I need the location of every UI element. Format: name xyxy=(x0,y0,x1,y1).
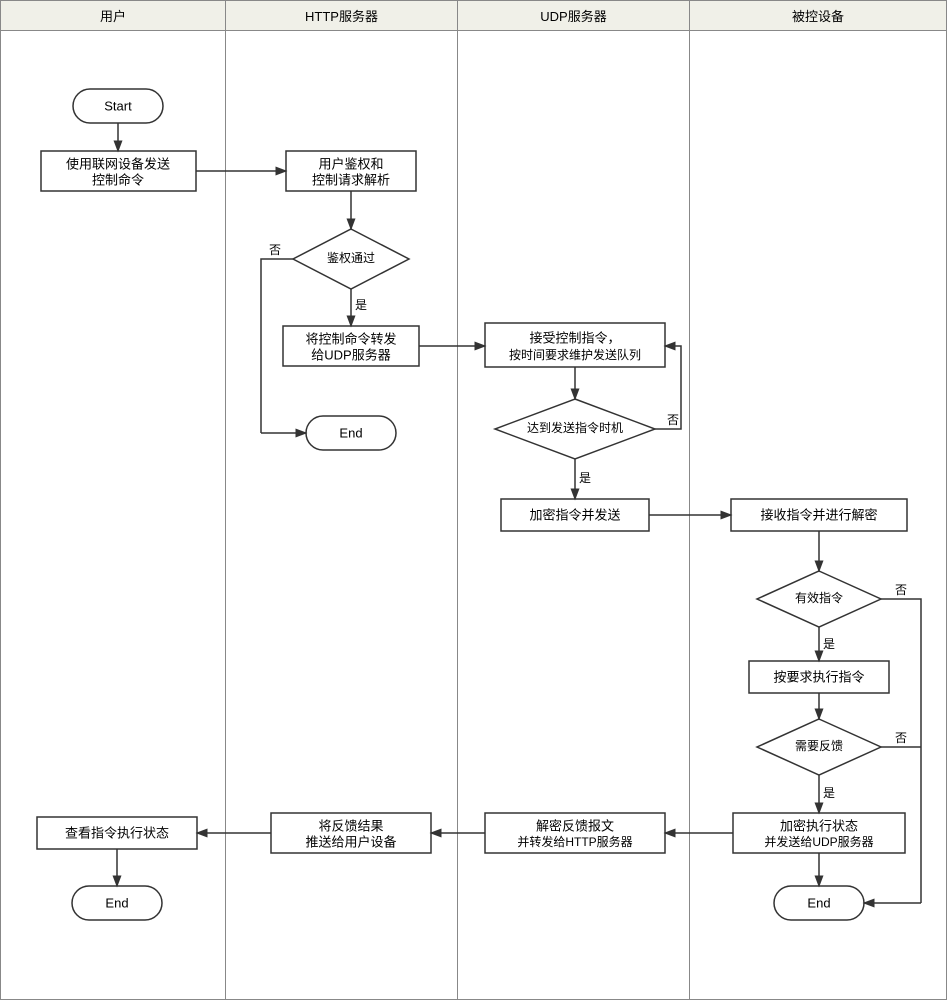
lane-http xyxy=(226,31,458,999)
lane-udp xyxy=(458,31,690,999)
lane-header-udp: UDP服务器 xyxy=(458,1,690,30)
lane-header-http: HTTP服务器 xyxy=(226,1,458,30)
lane-header-user: 用户 xyxy=(1,1,226,30)
lane-device xyxy=(690,31,946,999)
lane-user xyxy=(1,31,226,999)
lane-header-device: 被控设备 xyxy=(690,1,946,30)
swimlane-body xyxy=(1,31,946,999)
swimlane-header: 用户 HTTP服务器 UDP服务器 被控设备 xyxy=(1,1,946,31)
swimlane-diagram: 用户 HTTP服务器 UDP服务器 被控设备 Start 使用联网设备发送 控制… xyxy=(0,0,947,1000)
